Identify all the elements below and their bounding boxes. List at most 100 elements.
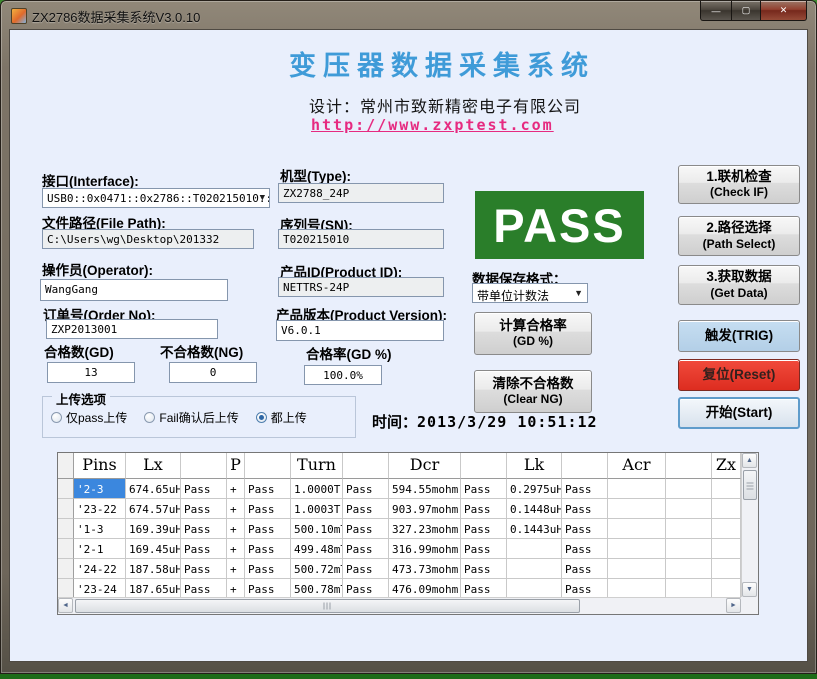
table-cell[interactable]: '2-3 [74,479,126,499]
clear-ng-button[interactable]: 清除不合格数 (Clear NG) [474,370,592,413]
table-cell[interactable]: Pass [181,559,227,579]
table-cell[interactable]: Pass [181,479,227,499]
table-cell[interactable]: 327.23mohm [389,519,461,539]
table-cell[interactable]: Pass [343,479,389,499]
maximize-button[interactable]: ▢ [732,1,760,21]
table-cell[interactable]: 169.39uH [126,519,181,539]
table-cell[interactable] [712,499,741,519]
table-cell[interactable]: 500.10mT [291,519,343,539]
table-cell[interactable] [712,519,741,539]
column-header-blank[interactable] [343,453,389,479]
table-cell[interactable]: + [227,539,245,559]
calc-rate-button[interactable]: 计算合格率 (GD %) [474,312,592,355]
path-select-button[interactable]: 2.路径选择 (Path Select) [678,216,800,256]
table-cell[interactable]: + [227,479,245,499]
table-cell[interactable] [666,479,712,499]
scroll-up-button[interactable]: ▲ [742,453,757,468]
scroll-left-button[interactable]: ◄ [58,598,73,613]
column-header-blank[interactable] [58,453,74,479]
table-cell[interactable]: Pass [343,579,389,599]
column-header-lk[interactable]: Lk [507,453,562,479]
table-cell[interactable] [712,539,741,559]
gd-rate-field[interactable]: 100.0% [304,365,382,385]
table-cell[interactable]: Pass [461,479,507,499]
table-cell[interactable]: Pass [245,539,291,559]
table-cell[interactable] [712,479,741,499]
table-cell[interactable]: 0.1448uH [507,499,562,519]
gd-count-input[interactable]: 13 [47,362,135,383]
table-cell[interactable]: Pass [562,499,608,519]
table-cell[interactable]: Pass [461,539,507,559]
table-cell[interactable]: Pass [562,519,608,539]
column-header-blank[interactable] [181,453,227,479]
column-header-acr[interactable]: Acr [608,453,666,479]
table-cell[interactable]: Pass [461,579,507,599]
ng-count-input[interactable]: 0 [169,362,257,383]
file-path-input[interactable]: C:\Users\wg\Desktop\201332 [42,229,254,249]
table-cell[interactable]: Pass [181,579,227,599]
scroll-right-button[interactable]: ► [726,598,741,613]
table-cell[interactable]: Pass [562,539,608,559]
column-header-blank[interactable] [562,453,608,479]
table-cell[interactable]: 316.99mohm [389,539,461,559]
vertical-scrollbar[interactable]: ▲ ▼ [741,453,758,597]
table-cell[interactable]: + [227,579,245,599]
table-cell[interactable] [608,479,666,499]
table-cell[interactable] [58,539,74,559]
table-cell[interactable] [507,579,562,599]
table-cell[interactable]: Pass [343,539,389,559]
table-cell[interactable]: Pass [245,479,291,499]
title-bar[interactable]: ZX2786数据采集系统V3.0.10 — ▢ ✕ [1,1,816,28]
table-cell[interactable]: Pass [343,559,389,579]
table-cell[interactable]: '24-22 [74,559,126,579]
table-cell[interactable] [58,479,74,499]
operator-input[interactable]: WangGang [40,279,228,301]
table-cell[interactable] [608,579,666,599]
table-cell[interactable]: Pass [181,499,227,519]
table-cell[interactable]: Pass [562,559,608,579]
vertical-scroll-thumb[interactable] [743,470,757,500]
table-cell[interactable]: 169.45uH [126,539,181,559]
save-format-combobox[interactable]: 带单位计数法 ▼ [472,283,588,303]
horizontal-scrollbar[interactable]: ◄ ► [58,597,741,614]
table-cell[interactable] [666,559,712,579]
table-cell[interactable]: '2-1 [74,539,126,559]
table-cell[interactable] [666,519,712,539]
table-cell[interactable] [608,539,666,559]
table-cell[interactable]: 1.0003T [291,499,343,519]
table-cell[interactable]: 473.73mohm [389,559,461,579]
upload-radio-0[interactable]: 仅pass上传 [51,409,127,426]
table-cell[interactable]: 1.0000T [291,479,343,499]
upload-radio-1[interactable]: Fail确认后上传 [144,409,238,426]
upload-radio-2[interactable]: 都上传 [256,409,307,426]
trig-button[interactable]: 触发(TRIG) [678,320,800,352]
interface-combobox[interactable]: USB0::0x0471::0x2786::T020215010::: ▼ [42,188,270,208]
table-cell[interactable] [666,539,712,559]
table-cell[interactable]: Pass [343,519,389,539]
table-cell[interactable]: 187.58uH [126,559,181,579]
get-data-button[interactable]: 3.获取数据 (Get Data) [678,265,800,305]
column-header-p[interactable]: P [227,453,245,479]
table-cell[interactable] [712,579,741,599]
table-cell[interactable]: Pass [461,519,507,539]
table-cell[interactable] [608,519,666,539]
table-cell[interactable] [507,539,562,559]
table-cell[interactable]: + [227,559,245,579]
table-cell[interactable]: + [227,519,245,539]
close-button[interactable]: ✕ [760,1,807,21]
table-cell[interactable]: Pass [343,499,389,519]
scroll-down-button[interactable]: ▼ [742,582,757,597]
table-cell[interactable] [58,519,74,539]
column-header-blank[interactable] [461,453,507,479]
table-cell[interactable]: 674.65uH [126,479,181,499]
table-cell[interactable]: 0.1443uH [507,519,562,539]
table-cell[interactable]: 187.65uH [126,579,181,599]
table-cell[interactable]: Pass [245,519,291,539]
column-header-dcr[interactable]: Dcr [389,453,461,479]
product-version-input[interactable]: V6.0.1 [276,320,444,341]
table-cell[interactable] [666,579,712,599]
reset-button[interactable]: 复位(Reset) [678,359,800,391]
table-cell[interactable] [666,499,712,519]
column-header-blank[interactable] [245,453,291,479]
table-cell[interactable]: 903.97mohm [389,499,461,519]
